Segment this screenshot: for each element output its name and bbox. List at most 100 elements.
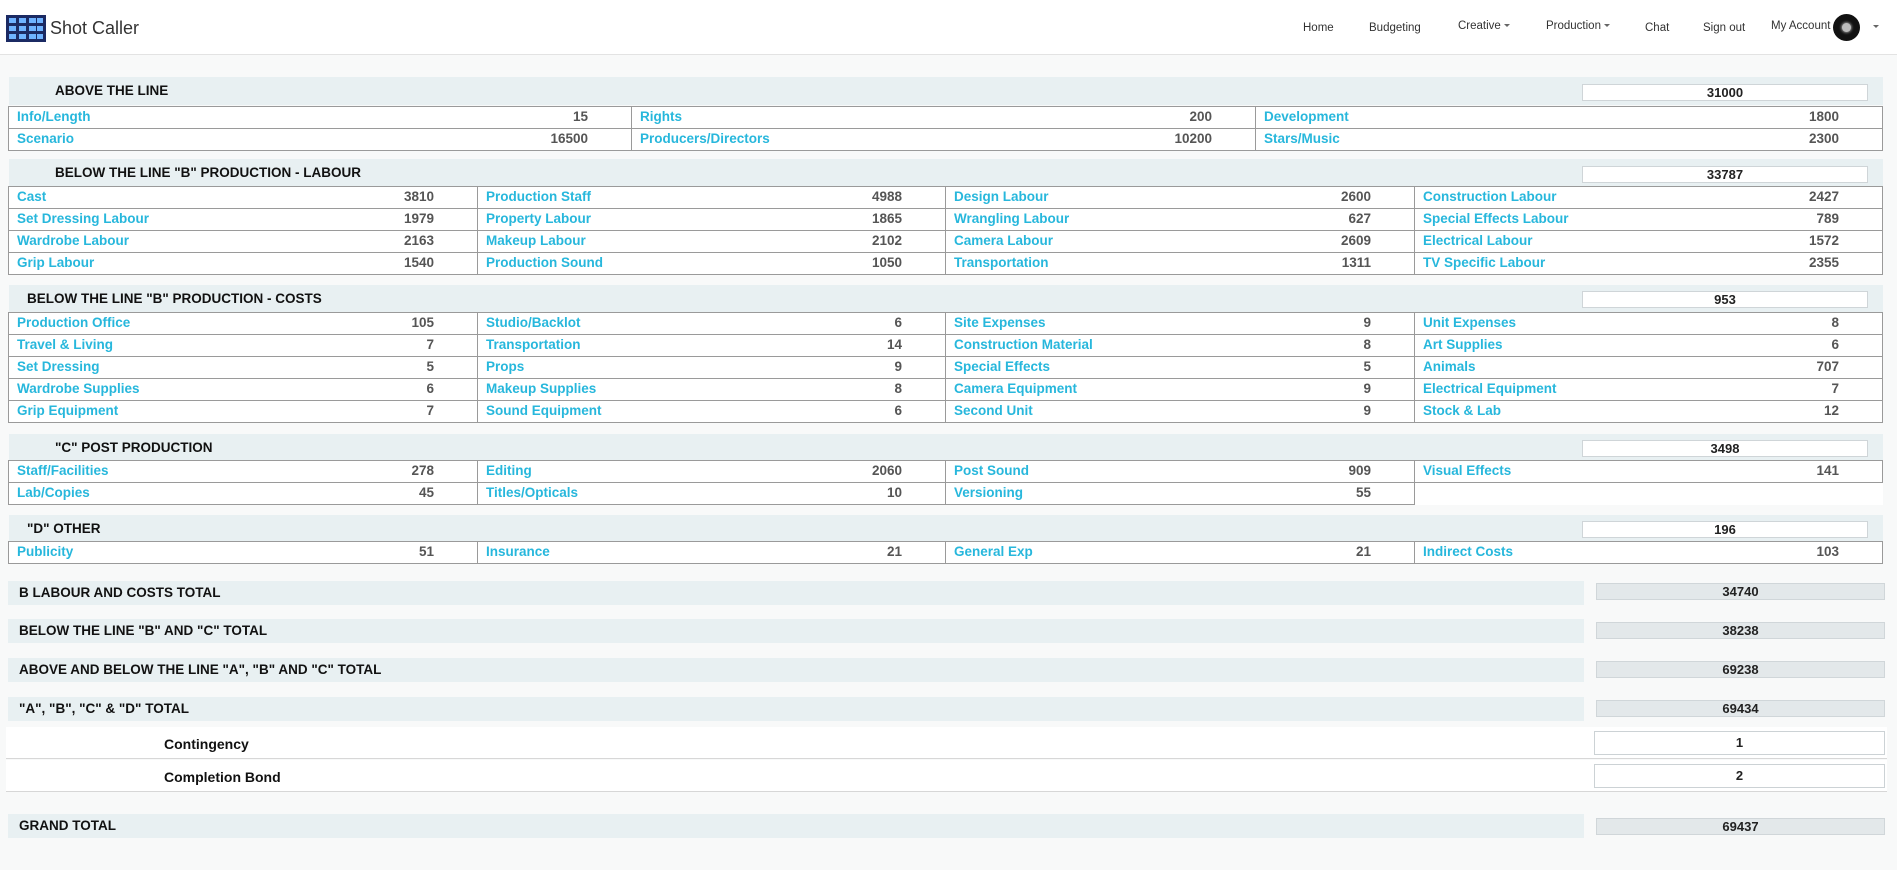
total-row-b-c: BELOW THE LINE "B" AND "C" TOTAL bbox=[8, 619, 1584, 643]
budget-item-link[interactable]: TV Specific Labour bbox=[1423, 253, 1545, 273]
budget-item-value: 909 bbox=[1348, 463, 1371, 478]
nav-production[interactable]: Production bbox=[1546, 20, 1610, 32]
budget-item-link[interactable]: Editing bbox=[486, 461, 532, 481]
section-total-field[interactable]: 3498 bbox=[1582, 440, 1868, 457]
budget-item-value: 103 bbox=[1816, 544, 1839, 559]
budget-item-link[interactable]: Camera Equipment bbox=[954, 379, 1077, 399]
budget-item-link[interactable]: Makeup Supplies bbox=[486, 379, 596, 399]
contingency-input[interactable]: 1 bbox=[1594, 731, 1885, 755]
nav-budgeting[interactable]: Budgeting bbox=[1369, 22, 1421, 34]
budget-item-link[interactable]: Titles/Opticals bbox=[486, 483, 578, 503]
completion-bond-input[interactable]: 2 bbox=[1594, 764, 1885, 788]
budget-item-link[interactable]: Wardrobe Labour bbox=[17, 231, 129, 251]
budget-item-link[interactable]: Versioning bbox=[954, 483, 1023, 503]
budget-item-link[interactable]: Grip Labour bbox=[17, 253, 94, 273]
budget-item-link[interactable]: Post Sound bbox=[954, 461, 1029, 481]
chevron-down-icon[interactable] bbox=[1873, 25, 1879, 28]
avatar[interactable] bbox=[1833, 14, 1860, 41]
section-header: ABOVE THE LINE 31000 bbox=[9, 77, 1883, 105]
budget-line-item: Producers/Directors 10200 bbox=[631, 128, 1256, 151]
budget-item-link[interactable]: Producers/Directors bbox=[640, 129, 770, 149]
budget-item-link[interactable]: Development bbox=[1264, 107, 1349, 127]
budget-line-item: Props 9 bbox=[477, 356, 946, 379]
budget-item-value: 2163 bbox=[403, 233, 434, 248]
budget-item-link[interactable]: Animals bbox=[1423, 357, 1476, 377]
top-navbar: Shot Caller Home Budgeting Creative Prod… bbox=[0, 0, 1897, 55]
budget-item-link[interactable]: Transportation bbox=[954, 253, 1049, 273]
section-total-field[interactable]: 31000 bbox=[1582, 84, 1868, 101]
section-total-field[interactable]: 196 bbox=[1582, 521, 1868, 538]
budget-item-link[interactable]: Wardrobe Supplies bbox=[17, 379, 140, 399]
budget-item-link[interactable]: Staff/Facilities bbox=[17, 461, 109, 481]
budget-item-link[interactable]: Wrangling Labour bbox=[954, 209, 1069, 229]
section-header: BELOW THE LINE "B" PRODUCTION - LABOUR 33… bbox=[9, 159, 1883, 187]
budget-item-link[interactable]: Property Labour bbox=[486, 209, 591, 229]
nav-my-account[interactable]: My Account bbox=[1771, 20, 1830, 32]
budget-item-link[interactable]: Travel & Living bbox=[17, 335, 113, 355]
budget-line-item: Wrangling Labour 627 bbox=[945, 208, 1415, 231]
budget-item-value: 6 bbox=[1831, 337, 1839, 352]
budget-item-link[interactable]: Indirect Costs bbox=[1423, 542, 1513, 562]
budget-item-link[interactable]: Special Effects Labour bbox=[1423, 209, 1569, 229]
budget-item-link[interactable]: Site Expenses bbox=[954, 313, 1046, 333]
budget-item-link[interactable]: Insurance bbox=[486, 542, 550, 562]
budget-item-link[interactable]: Grip Equipment bbox=[17, 401, 118, 421]
budget-line-item: Construction Material 8 bbox=[945, 334, 1415, 357]
budget-item-link[interactable]: Special Effects bbox=[954, 357, 1050, 377]
budget-item-link[interactable]: Makeup Labour bbox=[486, 231, 586, 251]
budget-line-item: Grip Labour 1540 bbox=[8, 252, 478, 275]
budget-item-link[interactable]: Stars/Music bbox=[1264, 129, 1340, 149]
nav-home[interactable]: Home bbox=[1303, 22, 1334, 34]
budget-item-link[interactable]: Stock & Lab bbox=[1423, 401, 1501, 421]
budget-line-item: Camera Labour 2609 bbox=[945, 230, 1415, 253]
nav-sign-out[interactable]: Sign out bbox=[1703, 22, 1745, 34]
budget-item-link[interactable]: Visual Effects bbox=[1423, 461, 1511, 481]
budget-item-link[interactable]: Publicity bbox=[17, 542, 73, 562]
budget-item-link[interactable]: Props bbox=[486, 357, 524, 377]
budget-item-value: 21 bbox=[1355, 544, 1371, 559]
budget-item-link[interactable]: Sound Equipment bbox=[486, 401, 602, 421]
budget-item-link[interactable]: Art Supplies bbox=[1423, 335, 1503, 355]
chevron-down-icon bbox=[1603, 24, 1610, 28]
budget-item-value: 1572 bbox=[1808, 233, 1839, 248]
budget-item-link[interactable]: Electrical Labour bbox=[1423, 231, 1533, 251]
budget-line-item: Development 1800 bbox=[1255, 106, 1883, 129]
budget-item-link[interactable]: Info/Length bbox=[17, 107, 90, 127]
budget-item-value: 6 bbox=[426, 381, 434, 396]
budget-line-item: Stock & Lab 12 bbox=[1414, 400, 1883, 423]
budget-item-link[interactable]: Camera Labour bbox=[954, 231, 1053, 251]
budget-item-value: 16500 bbox=[550, 131, 588, 146]
section-total-field[interactable]: 33787 bbox=[1582, 166, 1868, 183]
budget-line-item: Sound Equipment 6 bbox=[477, 400, 946, 423]
budget-item-link[interactable]: Second Unit bbox=[954, 401, 1033, 421]
budget-item-link[interactable]: Construction Labour bbox=[1423, 187, 1557, 207]
budget-item-link[interactable]: Set Dressing Labour bbox=[17, 209, 149, 229]
budget-item-link[interactable]: Electrical Equipment bbox=[1423, 379, 1557, 399]
budget-item-value: 789 bbox=[1816, 211, 1839, 226]
nav-creative[interactable]: Creative bbox=[1458, 20, 1510, 32]
budget-item-value: 7 bbox=[426, 403, 434, 418]
budget-item-link[interactable]: General Exp bbox=[954, 542, 1033, 562]
budget-item-link[interactable]: Unit Expenses bbox=[1423, 313, 1516, 333]
section-total-field[interactable]: 953 bbox=[1582, 291, 1868, 308]
budget-item-value: 1800 bbox=[1808, 109, 1839, 124]
budget-item-link[interactable]: Production Staff bbox=[486, 187, 591, 207]
budget-item-link[interactable]: Set Dressing bbox=[17, 357, 100, 377]
budget-item-link[interactable]: Studio/Backlot bbox=[486, 313, 581, 333]
budget-item-link[interactable]: Construction Material bbox=[954, 335, 1093, 355]
budget-item-value: 6 bbox=[894, 403, 902, 418]
budget-item-link[interactable]: Production Office bbox=[17, 313, 130, 333]
budget-item-link[interactable]: Design Labour bbox=[954, 187, 1049, 207]
section-items: Production Office 105 Studio/Backlot 6 Site … bbox=[8, 312, 1883, 423]
budget-item-value: 7 bbox=[426, 337, 434, 352]
total-value-a-b-c-d: 69434 bbox=[1596, 700, 1885, 717]
budget-item-link[interactable]: Rights bbox=[640, 107, 682, 127]
budget-item-link[interactable]: Scenario bbox=[17, 129, 74, 149]
budget-item-link[interactable]: Production Sound bbox=[486, 253, 603, 273]
budget-item-link[interactable]: Cast bbox=[17, 187, 46, 207]
budget-item-link[interactable]: Lab/Copies bbox=[17, 483, 90, 503]
budget-item-link[interactable]: Transportation bbox=[486, 335, 581, 355]
total-value-b: 34740 bbox=[1596, 583, 1885, 600]
budget-item-value: 2102 bbox=[871, 233, 902, 248]
nav-chat[interactable]: Chat bbox=[1645, 22, 1669, 34]
